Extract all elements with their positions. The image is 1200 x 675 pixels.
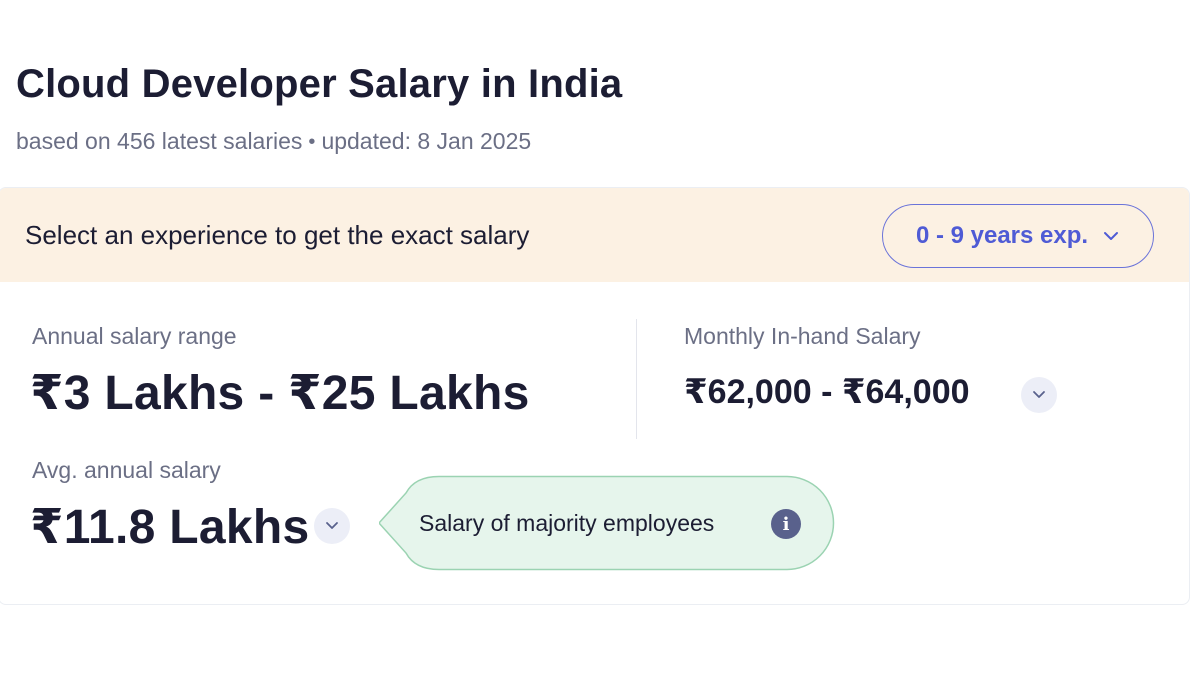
salary-card: Select an experience to get the exact sa… (0, 187, 1190, 605)
monthly-inhand-label: Monthly In-hand Salary (684, 323, 921, 349)
experience-banner: Select an experience to get the exact sa… (0, 188, 1189, 282)
annual-range-label: Annual salary range (32, 323, 237, 349)
salary-count-text: based on 456 latest salaries (16, 128, 303, 154)
experience-selected-value: 0 - 9 years exp. (915, 222, 1089, 249)
chevron-down-icon (1032, 386, 1046, 404)
monthly-expand-button[interactable] (1021, 377, 1057, 413)
experience-dropdown[interactable]: 0 - 9 years exp. (882, 204, 1154, 268)
info-icon[interactable]: i (771, 509, 801, 539)
avg-annual-label: Avg. annual salary (32, 457, 221, 483)
meta-separator: • (308, 131, 316, 153)
updated-date-text: updated: 8 Jan 2025 (321, 128, 532, 154)
chevron-down-icon (325, 517, 339, 535)
monthly-inhand-value: ₹62,000 - ₹64,000 (684, 373, 970, 411)
avg-annual-value: ₹11.8 Lakhs (30, 501, 310, 554)
annual-range-value: ₹3 Lakhs - ₹25 Lakhs (30, 367, 530, 420)
experience-prompt: Select an experience to get the exact sa… (25, 220, 530, 250)
avg-expand-button[interactable] (314, 508, 350, 544)
page-title: Cloud Developer Salary in India (16, 62, 623, 106)
section-divider (636, 319, 637, 439)
salary-page: Cloud Developer Salary in India based on… (0, 0, 1200, 675)
salary-meta: based on 456 latest salaries • updated: 8 … (16, 128, 531, 155)
majority-tooltip: Salary of majority employees i (379, 475, 835, 571)
chevron-down-icon (1102, 230, 1120, 242)
tooltip-text: Salary of majority employees (419, 510, 715, 536)
